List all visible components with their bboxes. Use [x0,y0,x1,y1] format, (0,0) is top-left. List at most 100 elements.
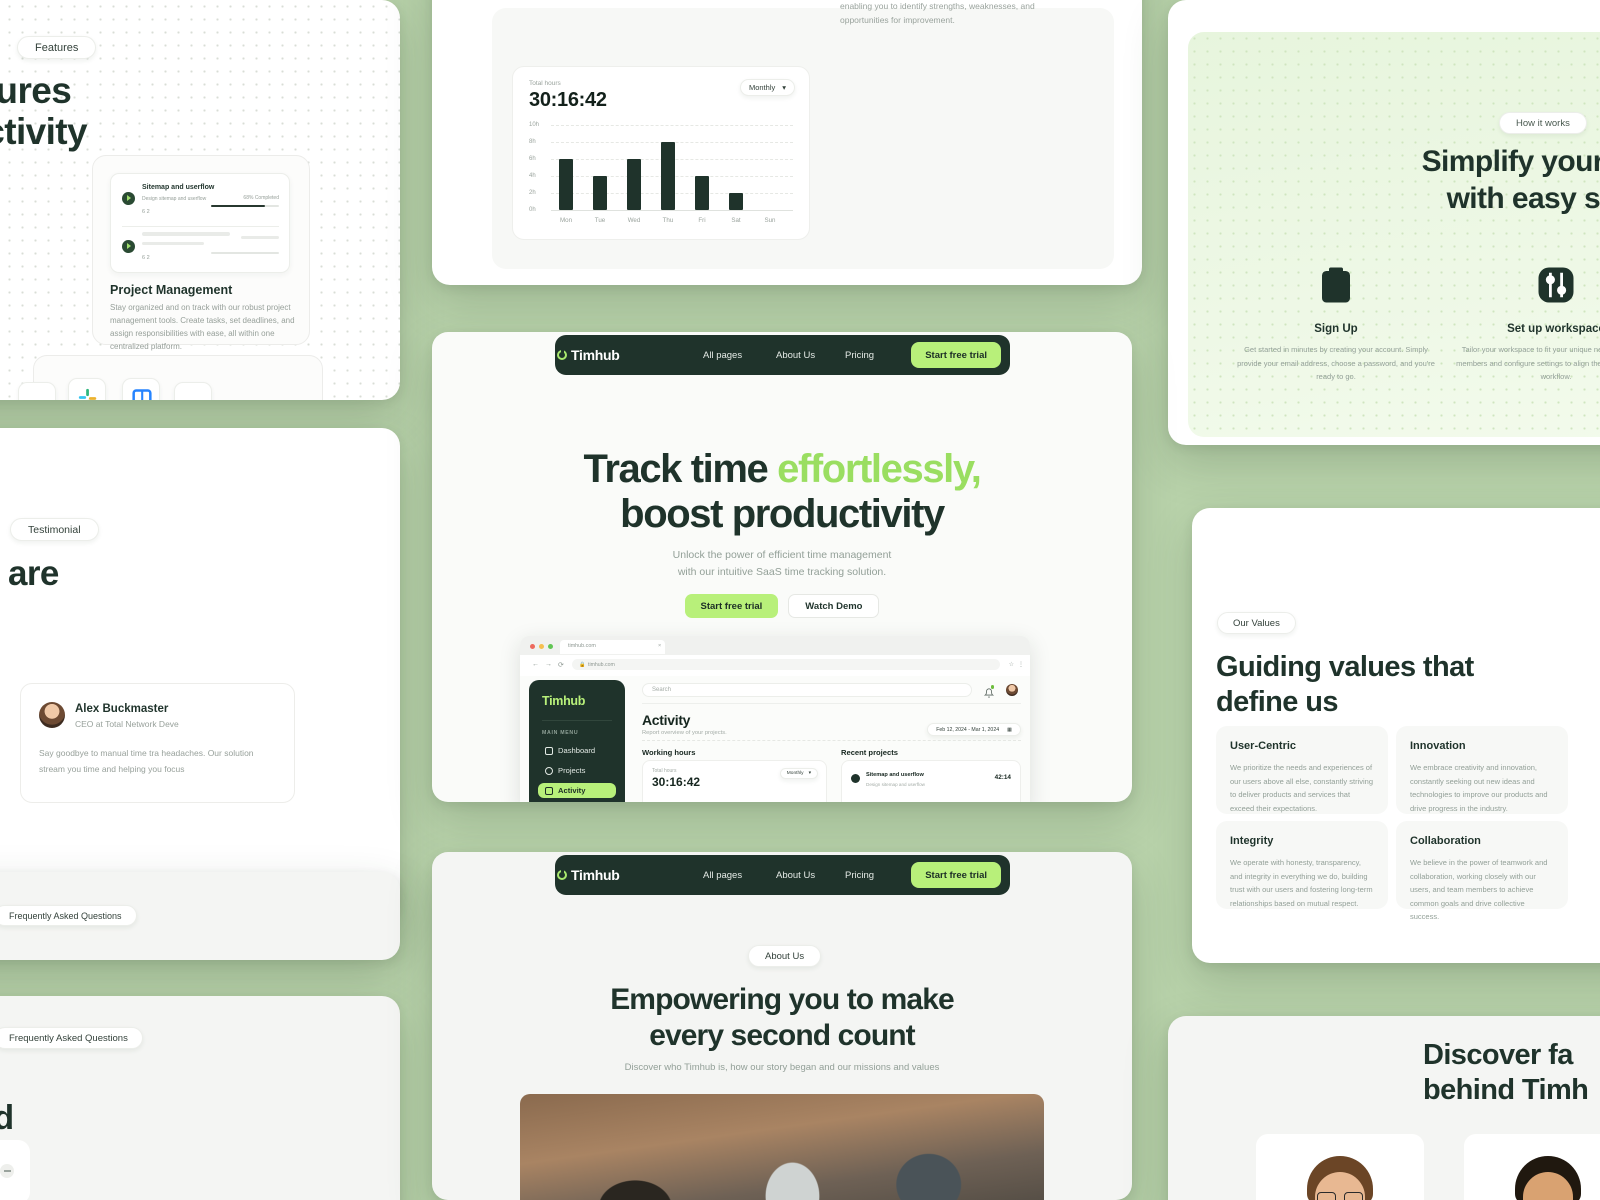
watch-demo-button[interactable]: Watch Demo [788,594,880,618]
play-icon[interactable] [122,240,135,253]
chevron-down-icon: ▾ [808,771,811,776]
about-panel: Timhub All pages About Us Pricing Start … [432,852,1132,1200]
close-icon[interactable] [530,643,535,649]
browser-tab[interactable]: timhub.com [560,639,665,654]
y-tick-label: 10h [529,122,540,128]
x-tick-label: Wed [627,217,641,224]
chevron-down-icon: ▾ [782,83,786,92]
value-card-innovation: Innovation We embrace creativity and inn… [1396,726,1568,814]
timhub-logo-icon [557,868,567,880]
team-panel: Discover fa behind Timh [1168,1016,1600,1200]
faq-accordion-item[interactable] [0,1140,30,1200]
total-hours-value: 30:16:42 [652,775,701,789]
recent-projects-card: Sitemap and userflow Design sitemap and … [841,760,1021,802]
sidebar-menu-label: MAIN MENU [542,730,579,736]
browser-mockup: timhub.com × ← → ⟳ 🔒 timhub.com ☆ ⋮ Timh… [520,636,1030,802]
sidebar-item-projects[interactable]: Projects [538,763,616,778]
minimize-icon[interactable] [539,643,544,649]
minus-icon[interactable] [0,1164,14,1178]
working-hours-card: Total hours 30:16:42 Monthly ▾ [642,760,827,802]
start-free-trial-button[interactable]: Start free trial [684,594,779,618]
back-icon[interactable]: ← [532,661,539,668]
menu-icon[interactable]: ⋮ [1018,661,1024,668]
search-input[interactable]: Search [642,683,972,697]
x-tick-label: Sun [764,217,776,224]
bookmark-icon[interactable]: ☆ [1009,661,1014,668]
navbar-start-free-trial-button[interactable]: Start free trial [911,862,1001,888]
y-tick-label: 8h [529,139,536,145]
skeleton-line [142,242,204,245]
forward-icon[interactable]: → [545,661,552,668]
timhub-logo-icon [557,348,567,360]
sidebar-item-dashboard[interactable]: Dashboard [538,743,616,758]
chart-bar [559,159,573,210]
chart-bar [661,142,675,210]
feature-card-integrations[interactable] [18,355,323,400]
feature-card-project-management[interactable]: Sitemap and userflow Design sitemap and … [92,155,310,351]
values-badge: Our Values [1217,612,1296,634]
value-title: Innovation [1410,740,1466,752]
trello-icon [122,378,160,400]
maximize-icon[interactable] [548,643,553,649]
nav-link-all-pages[interactable]: All pages [703,870,742,881]
analytics-panel: Total hours 30:16:42 Monthly ▾ 10h 8h 6h… [432,0,1142,285]
bell-icon[interactable] [983,685,995,698]
feature-card-body: Stay organized and on track with our rob… [110,303,295,351]
project-time: 42:14 [994,774,1011,781]
onboarding-heading-line2: with easy st [1446,181,1600,215]
value-body: We embrace creativity and innovation, co… [1410,763,1548,813]
integration-tile [18,382,56,400]
sidebar-item-activity[interactable]: Activity [538,783,616,798]
nav-link-pricing[interactable]: Pricing [845,870,874,881]
team-heading-line1: Discover fa [1423,1039,1573,1071]
period-value: Monthly [786,771,804,776]
faq-panel: Frequently Asked Questions a questions? … [0,996,400,1200]
browser-url-bar[interactable]: 🔒 timhub.com [572,659,1000,670]
activity-icon [545,786,553,795]
divider [642,703,1021,704]
projects-icon [545,766,553,775]
x-tick-label: Mon [559,217,573,224]
about-heading: Empowering you to make every second coun… [432,982,1132,1054]
nav-link-pricing[interactable]: Pricing [845,350,874,361]
hero-title-line2: boost productivity [620,491,945,536]
step-body: Get started in minutes by creating your … [1237,345,1435,381]
reload-icon[interactable]: ⟳ [558,661,564,669]
nav-link-all-pages[interactable]: All pages [703,350,742,361]
about-subtitle: Discover who Timhub is, how our story be… [624,1062,940,1073]
about-badge: About Us [748,945,822,967]
testimonial-text: Say goodbye to manual time tra headaches… [39,748,254,774]
project-sub: Design sitemap and userflow [866,782,925,787]
nav-link-about-us[interactable]: About Us [776,870,815,881]
testimonial-heading-line1: hat our users are [0,554,59,593]
faq-heading-line1: a questions? [0,1058,320,1098]
avatar[interactable] [1006,684,1018,696]
period-dropdown[interactable]: Monthly ▾ [739,79,795,96]
sidebar-item-label: Projects [558,766,586,775]
period-dropdown[interactable]: Monthly ▾ [779,768,818,779]
gridline [551,125,793,126]
glasses-icon [1317,1192,1363,1200]
chart-bar [695,176,709,210]
y-tick-label: 6h [529,156,536,162]
search-placeholder: Search [652,687,672,694]
step-title: Set up workspace [1507,323,1600,335]
play-icon[interactable] [122,192,135,205]
sidebar-item-label: Activity [558,786,586,795]
logo[interactable]: Timhub [557,347,620,363]
team-member-photo [1505,1156,1591,1200]
x-tick-label: Sat [731,217,741,224]
working-hours-chart-card: Total hours 30:16:42 Monthly ▾ 10h 8h 6h… [512,66,810,240]
features-badge: Features [17,36,97,59]
task-sub: Design sitemap and userflow [142,196,207,202]
team-heading: Discover fa behind Timh [1423,1038,1600,1108]
tab-close-icon[interactable]: × [658,643,661,649]
date-range-picker[interactable]: Feb 12, 2024 - Mar 1, 2024 ▦ [927,723,1021,736]
navbar-start-free-trial-button[interactable]: Start free trial [911,342,1001,368]
x-tick-label: Thu [662,217,674,224]
app-page-subtitle: Report overview of your projects. [642,730,727,736]
step-body: Tailor your workspace to fit your unique… [1456,345,1600,381]
nav-link-about-us[interactable]: About Us [776,350,815,361]
progress-track [211,252,279,254]
logo[interactable]: Timhub [557,867,620,883]
